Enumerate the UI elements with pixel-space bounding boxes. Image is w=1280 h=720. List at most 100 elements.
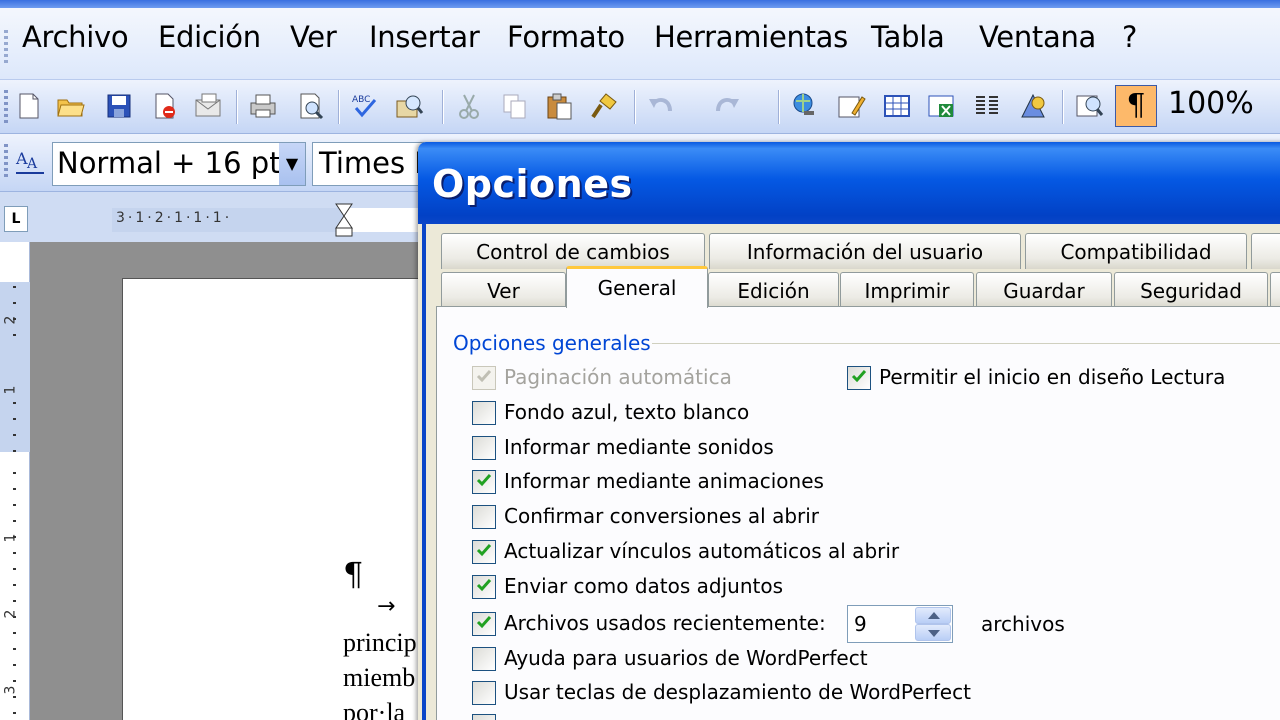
checkbox[interactable]: [472, 470, 496, 494]
tab-ver[interactable]: Ver: [441, 272, 566, 308]
research-icon[interactable]: [394, 91, 424, 121]
paste-icon[interactable]: [544, 91, 574, 121]
option-label: Informar mediante animaciones: [504, 469, 824, 493]
print-icon[interactable]: [248, 91, 278, 121]
tab-general[interactable]: General: [566, 266, 708, 308]
checkbox[interactable]: [472, 612, 496, 636]
checkmark-icon: [851, 370, 867, 383]
tables-borders-icon[interactable]: [836, 91, 866, 121]
tab-selector[interactable]: L: [4, 206, 28, 232]
checkbox[interactable]: [472, 575, 496, 599]
tab-ortografia[interactable]: [1270, 272, 1280, 308]
menu-herramientas[interactable]: Herramientas: [654, 20, 848, 54]
option-label: Fondo azul, texto blanco: [504, 400, 750, 424]
menu-ventana[interactable]: Ventana: [979, 20, 1096, 54]
checkbox[interactable]: [472, 681, 496, 705]
undo-icon[interactable]: [646, 91, 676, 121]
toolbar-grip[interactable]: [4, 144, 8, 178]
indent-marker-icon[interactable]: [334, 202, 354, 238]
save-icon[interactable]: [104, 91, 134, 121]
checkmark-icon: [476, 579, 492, 592]
checkbox[interactable]: [472, 436, 496, 460]
checkbox[interactable]: [472, 714, 496, 720]
tab-edicion[interactable]: Edición: [708, 272, 839, 308]
columns-icon[interactable]: [972, 91, 1002, 121]
copy-icon[interactable]: [500, 91, 530, 121]
option-label: Paginación automática: [504, 365, 732, 389]
menu-tabla[interactable]: Tabla: [871, 20, 945, 54]
ruler-ticks: [13, 402, 16, 452]
tab-seguridad[interactable]: Seguridad: [1114, 272, 1268, 308]
tab-guardar[interactable]: Guardar: [976, 272, 1112, 308]
chevron-down-icon[interactable]: ▼: [279, 143, 305, 185]
checkbox[interactable]: [472, 540, 496, 564]
checkbox[interactable]: [472, 647, 496, 671]
email-icon[interactable]: [193, 91, 223, 121]
option-label: Ayuda para usuarios de WordPerfect: [504, 646, 868, 670]
menu-insertar[interactable]: Insertar: [369, 20, 480, 54]
horizontal-ruler[interactable]: 3·1·2·1·1·1·: [112, 203, 432, 237]
svg-text:ABC: ABC: [352, 95, 370, 105]
print-preview-icon[interactable]: [296, 91, 326, 121]
ruler-number: 3: [2, 685, 19, 695]
recent-files-unit: archivos: [981, 612, 1065, 636]
format-painter-icon[interactable]: [590, 91, 620, 121]
toolbar-separator: [1062, 90, 1064, 124]
zoom-box[interactable]: 100%: [1168, 86, 1254, 121]
tab-compatibilidad[interactable]: Compatibilidad: [1025, 233, 1247, 269]
option-label: Usar teclas de desplazamiento de WordPer…: [504, 680, 971, 704]
recent-files-spinner[interactable]: 9: [847, 605, 953, 643]
toolbar-grip[interactable]: [4, 90, 8, 124]
styles-formatting-icon[interactable]: AA: [14, 146, 46, 178]
recent-files-value[interactable]: 9: [854, 612, 867, 636]
new-document-icon[interactable]: [14, 91, 44, 121]
tab-ubicacion[interactable]: [1251, 233, 1280, 269]
open-icon[interactable]: [56, 91, 86, 121]
spelling-icon[interactable]: ABC: [350, 91, 380, 121]
tab-control-de-cambios[interactable]: Control de cambios: [441, 233, 705, 269]
vertical-ruler[interactable]: 2 1 1 2 3: [0, 242, 30, 720]
option-label: Enviar como datos adjuntos: [504, 574, 784, 598]
checkbox[interactable]: [472, 505, 496, 529]
toolbar-separator: [442, 90, 444, 124]
document-map-icon[interactable]: [1074, 91, 1104, 121]
group-label-opciones-generales: Opciones generales: [453, 331, 651, 355]
style-value: Normal + 16 pt: [57, 146, 281, 180]
menubar-grip[interactable]: [4, 30, 8, 64]
menu-formato[interactable]: Formato: [507, 20, 625, 54]
insert-excel-icon[interactable]: [926, 91, 956, 121]
hyperlink-icon[interactable]: [790, 91, 820, 121]
show-formatting-marks-button[interactable]: ¶: [1115, 85, 1157, 127]
ruler-number: 2: [2, 315, 19, 325]
checkmark-icon: [476, 474, 492, 487]
svg-text:A: A: [26, 156, 38, 172]
spinner-down-button[interactable]: [915, 624, 951, 641]
menu-edicion[interactable]: Edición: [158, 20, 261, 54]
menu-archivo[interactable]: Archivo: [22, 20, 129, 54]
dialog-title-bar[interactable]: Opciones: [418, 142, 1280, 224]
checkmark-icon: [476, 616, 492, 629]
title-bar: [0, 0, 1280, 8]
tab-imprimir[interactable]: Imprimir: [840, 272, 974, 308]
ruler-number: 1: [2, 385, 19, 395]
toolbar-separator: [634, 90, 636, 124]
paragraph-mark: ¶: [343, 555, 364, 593]
ruler-ticks: [13, 472, 16, 720]
style-dropdown[interactable]: Normal + 16 pt ▼: [52, 142, 306, 186]
standard-toolbar: ABC: [0, 80, 1280, 134]
menu-ver[interactable]: Ver: [290, 20, 337, 54]
spinner-up-button[interactable]: [915, 607, 951, 624]
checkbox[interactable]: [847, 366, 871, 390]
tab-informacion-del-usuario[interactable]: Información del usuario: [709, 233, 1021, 269]
menu-help[interactable]: ?: [1122, 20, 1137, 54]
permission-icon[interactable]: [150, 91, 180, 121]
insert-table-icon[interactable]: [882, 91, 912, 121]
redo-icon[interactable]: [712, 91, 742, 121]
cut-icon[interactable]: [454, 91, 484, 121]
option-label: Informar mediante sonidos: [504, 435, 774, 459]
checkbox[interactable]: [472, 366, 496, 390]
toolbar-separator: [236, 90, 238, 124]
drawing-icon[interactable]: [1018, 91, 1048, 121]
toolbar-separator: [338, 90, 340, 124]
checkbox[interactable]: [472, 401, 496, 425]
